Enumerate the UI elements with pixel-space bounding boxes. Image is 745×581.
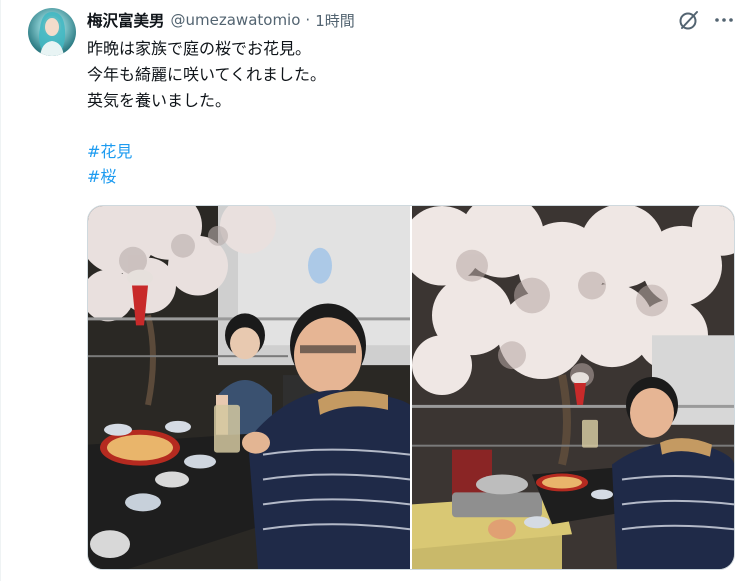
- hashtag-list: #花見 #桜: [87, 139, 132, 189]
- post-text-line: 英気を養いました。: [87, 91, 232, 110]
- media-grid: [87, 205, 735, 570]
- post-text-line: 昨晩は家族で庭の桜でお花見。: [87, 39, 312, 58]
- post-timestamp[interactable]: 1時間: [315, 10, 355, 31]
- hashtag-link[interactable]: #桜: [87, 164, 132, 189]
- more-options-icon[interactable]: [712, 8, 736, 32]
- hashtag-link[interactable]: #花見: [87, 139, 132, 164]
- post-text-line: 今年も綺麗に咲いてくれました。: [87, 65, 327, 84]
- post-text: 昨晩は家族で庭の桜でお花見。 今年も綺麗に咲いてくれました。 英気を養いました。: [87, 36, 707, 114]
- photo-2[interactable]: [412, 206, 734, 569]
- post-header: 梅沢富美男 @umezawatomio · 1時間: [87, 9, 355, 31]
- post-article: 梅沢富美男 @umezawatomio · 1時間 昨晩は家族で庭の桜でお花見。…: [0, 0, 745, 581]
- author-handle[interactable]: @umezawatomio: [171, 11, 301, 29]
- author-name[interactable]: 梅沢富美男: [87, 9, 165, 31]
- avatar[interactable]: [28, 8, 76, 56]
- photo-1[interactable]: [88, 206, 410, 569]
- separator-dot: ·: [305, 11, 311, 29]
- grok-icon[interactable]: [677, 8, 701, 32]
